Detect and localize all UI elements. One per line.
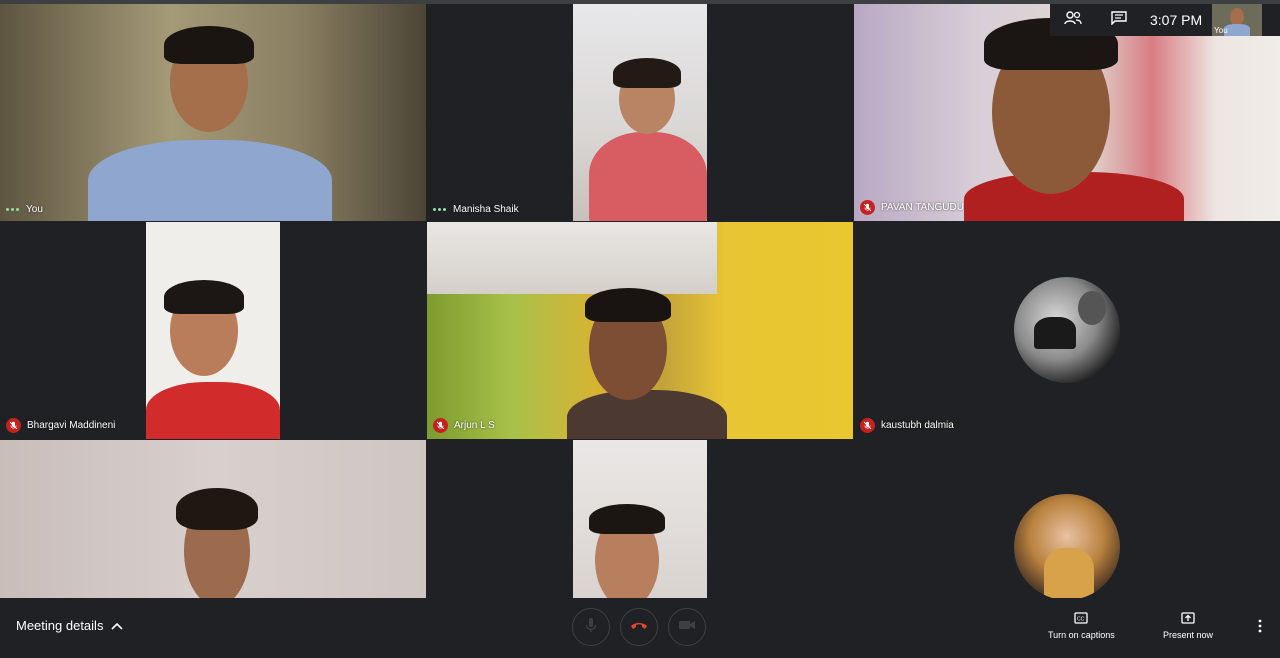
captions-label: Turn on captions <box>1048 630 1115 640</box>
participant-tile-kaustubh-dalmia[interactable]: kaustubh dalmia <box>854 222 1280 439</box>
meeting-clock: 3:07 PM <box>1150 12 1203 28</box>
participant-tile-pavan-tangudu[interactable]: PAVAN TANGUDU <box>854 4 1280 221</box>
participant-name-tag: You <box>6 204 43 215</box>
camera-icon <box>678 618 696 636</box>
chevron-up-icon <box>111 618 124 633</box>
present-icon <box>1181 612 1195 626</box>
participant-body <box>567 390 727 439</box>
participant-tile-bhargavi-maddineni[interactable]: Bhargavi Maddineni <box>0 222 426 439</box>
chat-icon <box>1111 10 1127 30</box>
chat-button[interactable] <box>1096 4 1142 36</box>
participant-hair <box>585 288 671 322</box>
mic-off-icon <box>860 418 875 433</box>
camera-button[interactable] <box>668 608 706 646</box>
participant-body <box>146 382 280 439</box>
captions-button[interactable]: CC Turn on captions <box>1048 612 1115 640</box>
participant-tile-arjun-l-s[interactable]: Arjun L S <box>427 222 853 439</box>
participant-name: Manisha Shaik <box>453 204 519 215</box>
participant-name: You <box>26 204 43 215</box>
mic-off-icon <box>860 200 875 215</box>
participant-name-tag: Bhargavi Maddineni <box>6 418 115 433</box>
participant-hair <box>164 26 254 64</box>
participant-name: Bhargavi Maddineni <box>27 420 116 431</box>
participant-tile-manisha-shaik[interactable]: Manisha Shaik <box>427 4 853 221</box>
participant-name: kaustubh dalmia <box>881 420 954 431</box>
participant-tile-you[interactable]: You <box>0 4 426 221</box>
people-icon <box>1064 10 1082 30</box>
svg-text:CC: CC <box>1077 617 1085 623</box>
more-vert-icon <box>1258 619 1262 638</box>
mic-off-icon <box>433 418 448 433</box>
participant-hair <box>164 280 244 314</box>
meeting-details-button[interactable]: Meeting details <box>16 618 124 633</box>
self-preview-label: You <box>1214 26 1228 35</box>
video-grid: You Manisha Shaik PAVAN TANGUDU Bhargavi… <box>0 4 1280 598</box>
participant-body <box>88 140 332 221</box>
talking-indicator-icon <box>433 208 447 211</box>
more-options-button[interactable] <box>1252 618 1268 638</box>
participant-hair <box>613 58 681 88</box>
mic-off-icon <box>6 418 21 433</box>
participant-tile[interactable] <box>427 440 853 598</box>
participant-name: Arjun L S <box>454 420 495 431</box>
participant-shelf <box>427 222 717 294</box>
talking-indicator-icon <box>6 208 20 211</box>
participant-hair <box>176 488 258 530</box>
participant-tile[interactable] <box>0 440 426 598</box>
microphone-button[interactable] <box>572 608 610 646</box>
present-label: Present now <box>1163 630 1214 640</box>
self-preview[interactable]: You <box>1212 4 1263 36</box>
meeting-details-label: Meeting details <box>16 618 104 633</box>
participant-avatar <box>1014 277 1120 383</box>
people-button[interactable] <box>1050 4 1096 36</box>
captions-icon: CC <box>1074 612 1089 626</box>
participant-avatar <box>1014 494 1120 598</box>
end-call-button[interactable] <box>620 608 658 646</box>
participant-name: PAVAN TANGUDU <box>881 202 964 213</box>
participant-name-tag: PAVAN TANGUDU <box>860 200 964 215</box>
participant-body <box>589 132 707 221</box>
end-call-icon <box>630 618 648 636</box>
bottom-bar: Meeting details CC Turn on captions Pres… <box>0 598 1280 658</box>
participant-name-tag: kaustubh dalmia <box>860 418 954 433</box>
microphone-icon <box>584 617 598 638</box>
participant-name-tag: Manisha Shaik <box>433 204 519 215</box>
participant-tile[interactable] <box>854 440 1280 598</box>
top-bar: 3:07 PM You <box>1050 4 1280 36</box>
participant-name-tag: Arjun L S <box>433 418 495 433</box>
present-now-button[interactable]: Present now <box>1163 612 1213 640</box>
participant-hair <box>589 504 665 534</box>
